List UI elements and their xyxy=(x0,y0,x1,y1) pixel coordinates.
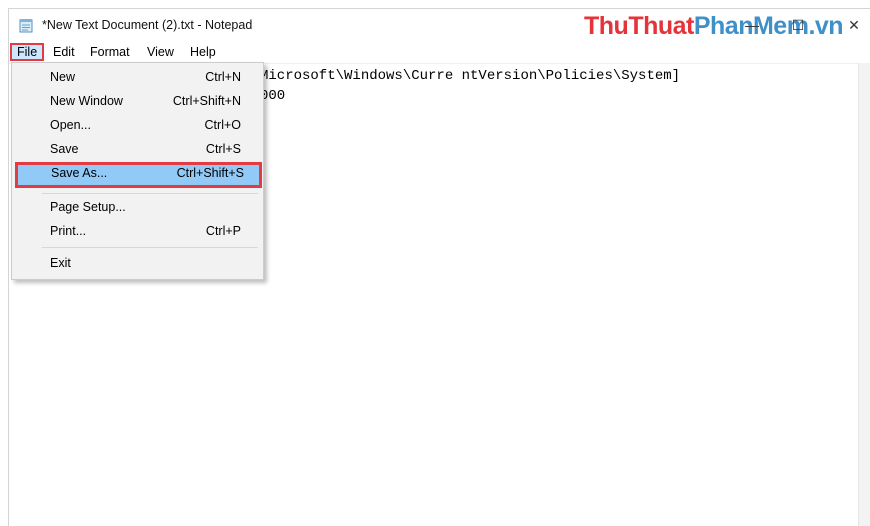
vertical-scrollbar[interactable] xyxy=(858,63,870,526)
menu-item-label: New Window xyxy=(50,94,123,108)
menu-separator xyxy=(42,193,258,194)
menu-edit[interactable]: Edit xyxy=(48,43,80,61)
file-menu-dropdown: New Ctrl+N New Window Ctrl+Shift+N Open.… xyxy=(11,62,264,280)
minimize-icon: — xyxy=(745,17,759,33)
menu-item-save-as[interactable]: Save As... Ctrl+Shift+S xyxy=(15,162,262,188)
menu-item-label: Exit xyxy=(50,256,71,270)
menu-item-label: Save As... xyxy=(51,166,108,180)
editor-line-1: Microsoft\Windows\Curre ntVersion\Polici… xyxy=(260,68,681,84)
menu-format[interactable]: Format xyxy=(85,43,135,61)
maximize-button[interactable]: ☐ xyxy=(775,9,821,41)
menu-separator xyxy=(42,247,258,248)
menu-item-label: Page Setup... xyxy=(50,200,126,214)
watermark-part1: ThuThuat xyxy=(584,12,694,40)
window-title: *New Text Document (2).txt - Notepad xyxy=(42,18,253,32)
menu-item-save[interactable]: Save Ctrl+S xyxy=(14,138,259,161)
close-button[interactable]: ✕ xyxy=(831,9,870,41)
menu-view[interactable]: View xyxy=(142,43,179,61)
menu-item-shortcut: Ctrl+O xyxy=(204,118,241,132)
menu-item-page-setup[interactable]: Page Setup... xyxy=(14,196,259,219)
title-bar[interactable]: *New Text Document (2).txt - Notepad Thu… xyxy=(9,9,870,41)
close-icon: ✕ xyxy=(848,16,860,33)
menu-item-label: Save xyxy=(50,142,79,156)
notepad-icon xyxy=(19,18,33,33)
menu-item-new-window[interactable]: New Window Ctrl+Shift+N xyxy=(14,90,259,113)
menu-item-label: New xyxy=(50,70,76,84)
menu-item-print[interactable]: Print... Ctrl+P xyxy=(14,220,259,243)
minimize-button[interactable]: — xyxy=(729,9,775,41)
menu-file[interactable]: File xyxy=(10,43,45,61)
menu-item-shortcut: Ctrl+P xyxy=(205,224,241,238)
menu-item-label: Print... xyxy=(50,224,87,238)
menu-item-shortcut: Ctrl+Shift+S xyxy=(176,166,244,180)
menu-item-exit[interactable]: Exit xyxy=(14,252,259,275)
menu-item-label: Open... xyxy=(50,118,91,132)
maximize-icon: ☐ xyxy=(791,16,805,33)
menu-item-shortcut: Ctrl+N xyxy=(205,70,241,84)
menu-bar: File Edit Format View Help xyxy=(9,42,870,62)
menu-item-new[interactable]: New Ctrl+N xyxy=(14,66,259,89)
menu-help[interactable]: Help xyxy=(185,43,221,61)
menu-item-shortcut: Ctrl+S xyxy=(205,142,241,156)
notepad-window: *New Text Document (2).txt - Notepad Thu… xyxy=(8,8,870,526)
menu-item-open[interactable]: Open... Ctrl+O xyxy=(14,114,259,137)
menu-item-shortcut: Ctrl+Shift+N xyxy=(172,94,241,108)
